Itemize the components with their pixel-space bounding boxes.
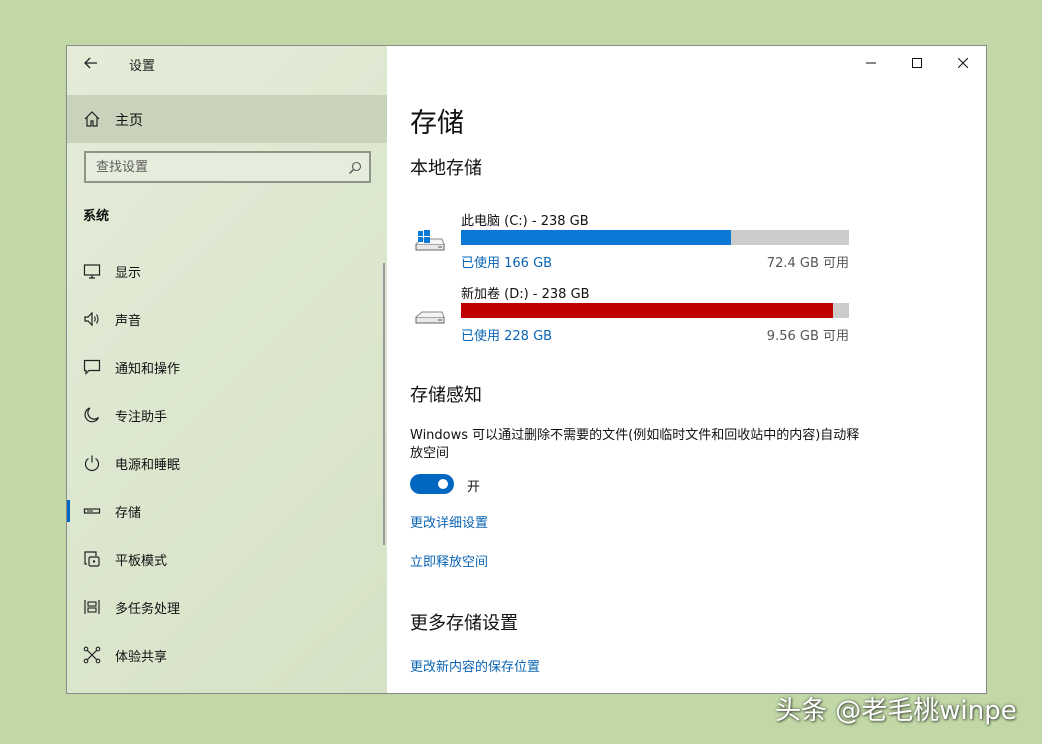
drive-usage-fill [461, 230, 732, 245]
drive-free-text: 72.4 GB 可用 [766, 256, 849, 271]
display-icon [83, 262, 101, 280]
tablet-icon [83, 550, 101, 568]
sidebar-nav: 显示 声音 通知和操作 专注助手 电源和睡眠 存储 平板模式 多任务处理 体验共… [67, 247, 387, 679]
maximize-button[interactable] [894, 46, 940, 80]
free-space-now-link[interactable]: 立即释放空间 [410, 551, 488, 570]
page-title: 存储 [410, 108, 464, 139]
sidebar-item-notifications[interactable]: 通知和操作 [67, 343, 387, 391]
search-input[interactable] [86, 153, 369, 181]
sidebar-item-label: 声音 [115, 314, 142, 329]
maximize-icon [912, 58, 922, 68]
close-button[interactable] [940, 46, 986, 80]
local-storage-heading: 本地存储 [410, 158, 482, 179]
storage-sense-toggle[interactable] [410, 474, 454, 494]
drive-usage-bar [461, 230, 849, 245]
drive-used-text: 已使用 166 GB [461, 256, 553, 271]
sidebar-item-label: 多任务处理 [115, 602, 181, 617]
sidebar-scrollbar[interactable] [383, 263, 385, 545]
sidebar-item-shared-experiences[interactable]: 体验共享 [67, 631, 387, 679]
search-icon[interactable] [348, 160, 362, 174]
share-icon [83, 646, 101, 664]
sidebar-item-label: 体验共享 [115, 650, 168, 665]
focus-moon-icon [83, 406, 101, 424]
drive-used-text: 已使用 228 GB [461, 329, 553, 344]
toggle-knob [438, 479, 448, 489]
sidebar-item-storage[interactable]: 存储 [67, 487, 387, 535]
watermark: 头条 @老毛桃winpe [775, 696, 1017, 726]
app-title: 设置 [129, 59, 156, 74]
sidebar-item-home[interactable]: 主页 [67, 95, 387, 143]
drive-d[interactable]: 新加卷 (D:) - 238 GB 已使用 228 GB 9.56 GB 可用 [410, 283, 850, 347]
windows-drive-icon [414, 230, 446, 254]
sidebar-item-label: 存储 [115, 506, 142, 521]
multitask-icon [83, 598, 101, 616]
drive-c[interactable]: 此电脑 (C:) - 238 GB 已使用 166 GB 72.4 GB 可用 [410, 210, 850, 274]
storage-icon [83, 502, 101, 520]
sound-icon [83, 310, 101, 328]
drive-usage-bar [461, 303, 849, 318]
sidebar-item-power-sleep[interactable]: 电源和睡眠 [67, 439, 387, 487]
close-icon [958, 58, 968, 68]
minimize-button[interactable] [848, 46, 894, 80]
settings-window: 设置 主页 系统 显示 [66, 45, 987, 694]
search-box [84, 151, 371, 183]
change-details-link[interactable]: 更改详细设置 [410, 512, 488, 531]
storage-sense-description: Windows 可以通过删除不需要的文件(例如临时文件和回收站中的内容)自动释放… [410, 428, 860, 461]
drive-name: 此电脑 (C:) - 238 GB [461, 214, 589, 229]
sidebar-item-multitasking[interactable]: 多任务处理 [67, 583, 387, 631]
sidebar-item-label: 主页 [115, 113, 143, 129]
back-arrow-icon[interactable] [81, 53, 101, 73]
sidebar-item-display[interactable]: 显示 [67, 247, 387, 295]
sidebar-item-label: 电源和睡眠 [115, 458, 181, 473]
change-save-location-link[interactable]: 更改新内容的保存位置 [410, 656, 540, 675]
notification-icon [83, 358, 101, 376]
sidebar-item-label: 专注助手 [115, 410, 168, 425]
sidebar-item-tablet-mode[interactable]: 平板模式 [67, 535, 387, 583]
sidebar-item-label: 显示 [115, 266, 142, 281]
more-storage-settings-heading: 更多存储设置 [410, 613, 518, 634]
main-content: 存储 本地存储 此电脑 (C:) - 238 GB 已使用 166 GB 72.… [387, 46, 986, 693]
sidebar-item-focus-assist[interactable]: 专注助手 [67, 391, 387, 439]
drive-name: 新加卷 (D:) - 238 GB [461, 287, 590, 302]
sidebar: 设置 主页 系统 显示 [67, 46, 387, 693]
power-icon [83, 454, 101, 472]
home-icon [83, 110, 101, 128]
section-heading-system: 系统 [83, 209, 110, 224]
titlebar-left: 设置 [67, 46, 387, 80]
sidebar-item-label: 平板模式 [115, 554, 168, 569]
sidebar-item-sound[interactable]: 声音 [67, 295, 387, 343]
drive-icon [414, 303, 446, 327]
storage-sense-heading: 存储感知 [410, 385, 482, 406]
sidebar-item-label: 通知和操作 [115, 362, 181, 377]
drive-free-text: 9.56 GB 可用 [766, 329, 849, 344]
drive-usage-fill [461, 303, 834, 318]
minimize-icon [866, 62, 876, 64]
toggle-state-label: 开 [467, 480, 481, 495]
